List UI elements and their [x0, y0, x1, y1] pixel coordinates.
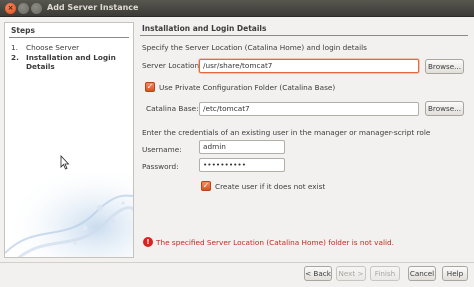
- steps-panel: Steps 1. Choose Server 2. Installation a…: [4, 22, 134, 258]
- browse-catalina-base-button[interactable]: Browse...: [425, 101, 464, 116]
- password-input[interactable]: ••••••••••: [199, 158, 285, 172]
- catalina-base-input[interactable]: /etc/tomcat7: [199, 102, 419, 116]
- username-input[interactable]: admin: [199, 140, 285, 154]
- window-title: Add Server Instance: [47, 3, 139, 12]
- server-location-input[interactable]: /usr/share/tomcat7: [199, 59, 419, 73]
- error-icon: !: [143, 237, 153, 247]
- username-label: Username:: [142, 145, 182, 154]
- next-button[interactable]: Next >: [336, 266, 366, 281]
- finish-button[interactable]: Finish: [370, 266, 400, 281]
- step-label: Choose Server: [26, 43, 80, 52]
- intro-text: Specify the Server Location (Catalina Ho…: [142, 43, 367, 52]
- decorative-wave-art: [5, 173, 133, 257]
- credentials-intro-text: Enter the credentials of an existing use…: [142, 128, 431, 137]
- close-window-button[interactable]: ×: [5, 3, 16, 14]
- error-message: The specified Server Location (Catalina …: [156, 238, 394, 247]
- create-user-label: Create user if it does not exist: [215, 182, 326, 191]
- use-private-config-label: Use Private Configuration Folder (Catali…: [159, 83, 336, 92]
- server-location-label: Server Location:: [142, 61, 202, 70]
- step-installation-login: 2. Installation and Login Details: [11, 53, 129, 73]
- step-label: Installation and Login Details: [26, 53, 116, 71]
- browse-server-location-button[interactable]: Browse...: [425, 59, 464, 74]
- button-bar-divider: [0, 262, 474, 263]
- maximize-window-button[interactable]: [31, 3, 42, 14]
- step-choose-server: 1. Choose Server: [11, 43, 129, 53]
- step-number: 1.: [11, 43, 18, 52]
- password-label: Password:: [142, 162, 179, 171]
- steps-heading: Steps: [11, 26, 35, 35]
- help-button[interactable]: Help: [442, 266, 468, 281]
- mouse-cursor-icon: [60, 155, 70, 170]
- title-bar: × Add Server Instance: [0, 0, 474, 17]
- back-button[interactable]: < Back: [304, 266, 332, 281]
- step-number: 2.: [11, 53, 19, 62]
- content-divider: [140, 35, 468, 36]
- use-private-config-checkbox[interactable]: ✓: [145, 82, 155, 92]
- steps-divider: [9, 37, 129, 38]
- minimize-window-button[interactable]: [18, 3, 29, 14]
- content-heading: Installation and Login Details: [142, 24, 267, 33]
- cancel-button[interactable]: Cancel: [408, 266, 436, 281]
- add-server-dialog: × Add Server Instance Steps 1. Choose Se…: [0, 0, 474, 287]
- create-user-checkbox[interactable]: ✓: [201, 181, 211, 191]
- catalina-base-label: Catalina Base:: [146, 104, 199, 113]
